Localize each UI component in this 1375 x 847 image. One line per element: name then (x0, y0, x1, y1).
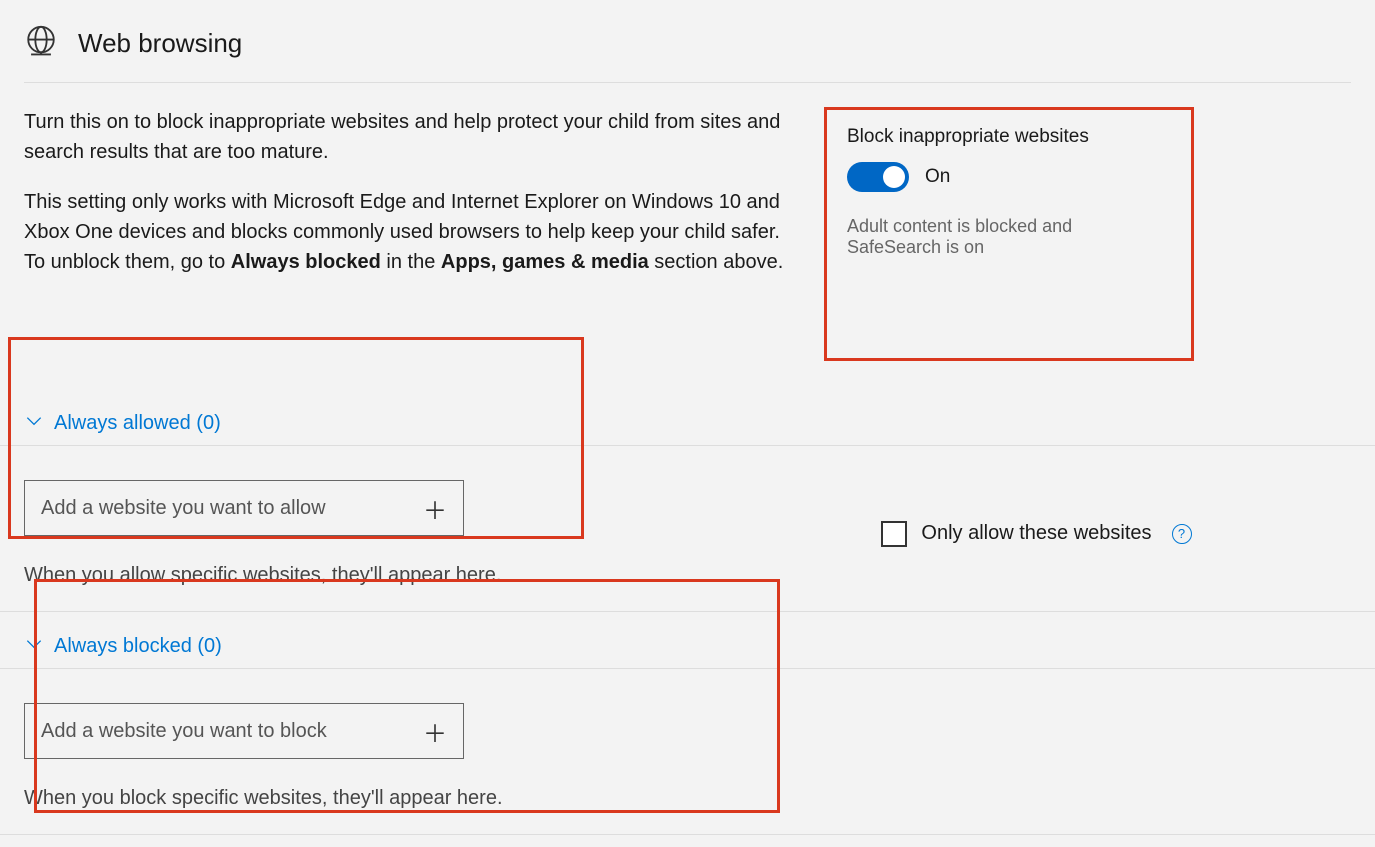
web-browsing-header: Web browsing (24, 24, 1351, 83)
toggle-knob (883, 166, 905, 188)
intro-paragraph-1: Turn this on to block inappropriate webs… (24, 107, 784, 167)
toggle-state-label: On (925, 166, 950, 188)
globe-icon (24, 24, 58, 62)
always-allowed-help: When you allow specific websites, they'l… (24, 564, 501, 587)
plus-icon: ＋ (423, 491, 447, 526)
only-allow-checkbox[interactable] (881, 521, 907, 547)
plus-icon: ＋ (423, 714, 447, 749)
always-allowed-heading-text: Always allowed (0) (54, 412, 221, 435)
always-allowed-section: Always allowed (0) Add a website you wan… (0, 401, 1375, 612)
intro-text: Turn this on to block inappropriate webs… (24, 107, 784, 297)
always-allowed-header[interactable]: Always allowed (0) (0, 401, 1375, 446)
help-icon[interactable]: ? (1172, 524, 1192, 544)
add-allowed-placeholder: Add a website you want to allow (41, 497, 326, 520)
always-blocked-header[interactable]: Always blocked (0) (0, 624, 1375, 669)
always-blocked-help: When you block specific websites, they'l… (24, 787, 1351, 810)
chevron-down-icon (24, 411, 44, 435)
chevron-down-icon (24, 634, 44, 658)
always-blocked-heading-text: Always blocked (0) (54, 635, 222, 658)
only-allow-label: Only allow these websites (921, 522, 1151, 545)
add-allowed-website-input[interactable]: Add a website you want to allow ＋ (24, 480, 464, 536)
add-blocked-website-input[interactable]: Add a website you want to block ＋ (24, 703, 464, 759)
block-websites-panel: Block inappropriate websites On Adult co… (824, 107, 1194, 361)
always-blocked-section: Always blocked (0) Add a website you wan… (0, 624, 1375, 835)
block-websites-toggle[interactable] (847, 162, 909, 192)
block-websites-status: Adult content is blocked and SafeSearch … (847, 216, 1171, 258)
block-websites-title: Block inappropriate websites (847, 126, 1171, 148)
intro-paragraph-2: This setting only works with Microsoft E… (24, 187, 784, 277)
page-title: Web browsing (78, 28, 242, 59)
add-blocked-placeholder: Add a website you want to block (41, 720, 327, 743)
